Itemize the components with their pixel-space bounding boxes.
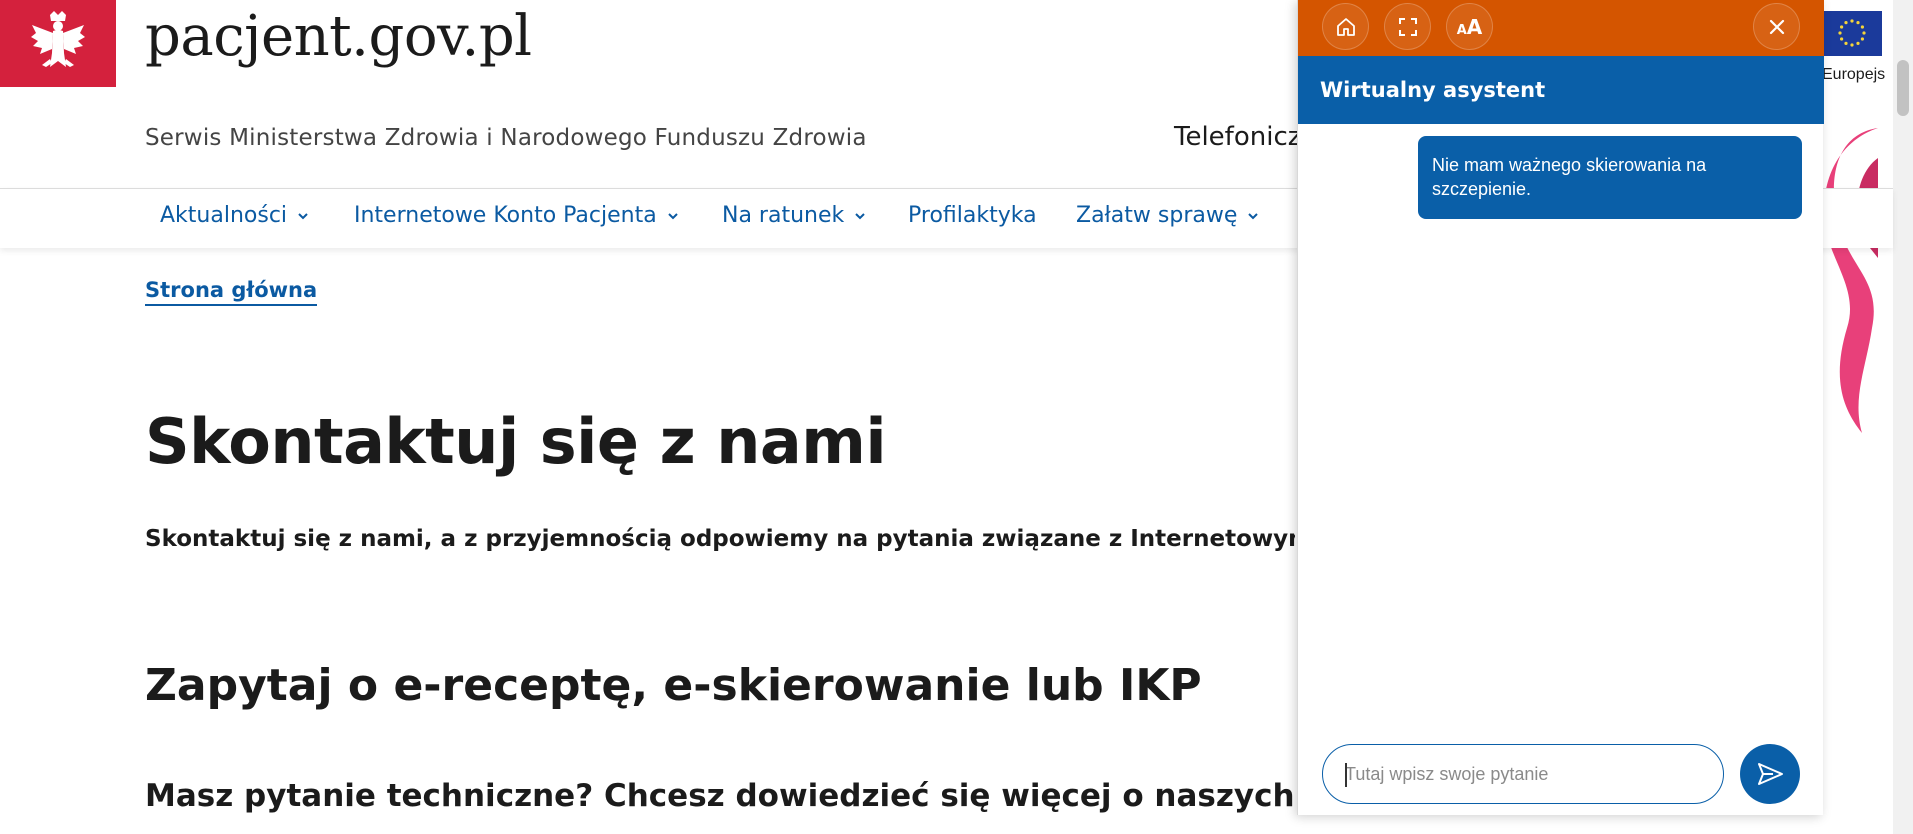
nav-item-zalatw-sprawe[interactable]: Załatw sprawę bbox=[1076, 203, 1259, 228]
font-size-label: AA bbox=[1456, 14, 1483, 39]
nav-item-label: Załatw sprawę bbox=[1076, 203, 1238, 228]
nav-item-label: Profilaktyka bbox=[908, 203, 1037, 228]
nav-item-label: Na ratunek bbox=[722, 203, 845, 228]
home-icon bbox=[1336, 17, 1355, 36]
nav-item-ikp[interactable]: Internetowe Konto Pacjenta bbox=[354, 203, 679, 228]
nav-item-na-ratunek[interactable]: Na ratunek bbox=[722, 203, 866, 228]
page-title: Skontaktuj się z nami bbox=[145, 405, 887, 478]
chat-font-size-button[interactable]: AA bbox=[1446, 3, 1493, 50]
chat-input-container[interactable] bbox=[1322, 744, 1724, 804]
chat-home-button[interactable] bbox=[1322, 3, 1369, 50]
page-scrollbar[interactable] bbox=[1893, 0, 1913, 834]
section-heading: Zapytaj o e-receptę, e-skierowanie lub I… bbox=[145, 660, 1202, 711]
nav-item-aktualnosci[interactable]: Aktualności bbox=[160, 203, 309, 228]
close-icon bbox=[1769, 19, 1784, 34]
nav-item-profilaktyka[interactable]: Profilaktyka bbox=[908, 203, 1037, 228]
chat-fullscreen-button[interactable] bbox=[1384, 3, 1431, 50]
eu-flag-icon bbox=[1822, 11, 1882, 56]
chevron-down-icon bbox=[855, 212, 865, 219]
chevron-down-icon bbox=[668, 212, 678, 219]
scrollbar-thumb[interactable] bbox=[1897, 60, 1909, 116]
chat-toolbar: AA bbox=[1298, 0, 1824, 56]
chat-header: Wirtualny asystent bbox=[1298, 56, 1824, 124]
pink-ribbon-icon[interactable] bbox=[1822, 128, 1878, 438]
polish-eagle-icon bbox=[31, 10, 85, 67]
subsection-heading: Masz pytanie techniczne? Chcesz dowiedzi… bbox=[145, 778, 1305, 814]
site-subtitle: Serwis Ministerstwa Zdrowia i Narodowego… bbox=[145, 125, 867, 151]
chat-message-user: Nie mam ważnego skierowania na szczepien… bbox=[1418, 136, 1802, 219]
fullscreen-icon bbox=[1398, 17, 1417, 36]
eu-funds-label: Europejs bbox=[1822, 66, 1886, 83]
nav-item-label: Aktualności bbox=[160, 203, 288, 228]
font-size-icon: AA bbox=[1457, 15, 1483, 39]
site-title[interactable]: pacjent.gov.pl bbox=[145, 4, 532, 69]
chat-send-button[interactable] bbox=[1740, 744, 1800, 804]
nav-item-label: Internetowe Konto Pacjenta bbox=[354, 203, 657, 228]
page-lead: Skontaktuj się z nami, a z przyjemnością… bbox=[145, 526, 1295, 552]
chat-close-button[interactable] bbox=[1753, 3, 1800, 50]
chat-question-input[interactable] bbox=[1345, 763, 1705, 785]
breadcrumb-home-link[interactable]: Strona główna bbox=[145, 278, 318, 306]
text-caret bbox=[1345, 763, 1347, 787]
send-icon bbox=[1758, 763, 1783, 785]
chevron-down-icon bbox=[298, 212, 308, 219]
virtual-assistant-widget: AA Wirtualny asystent Nie mam ważnego sk… bbox=[1297, 0, 1824, 815]
chat-title: Wirtualny asystent bbox=[1320, 78, 1546, 102]
polish-eagle-emblem[interactable] bbox=[0, 0, 116, 87]
chevron-down-icon bbox=[1248, 212, 1259, 219]
